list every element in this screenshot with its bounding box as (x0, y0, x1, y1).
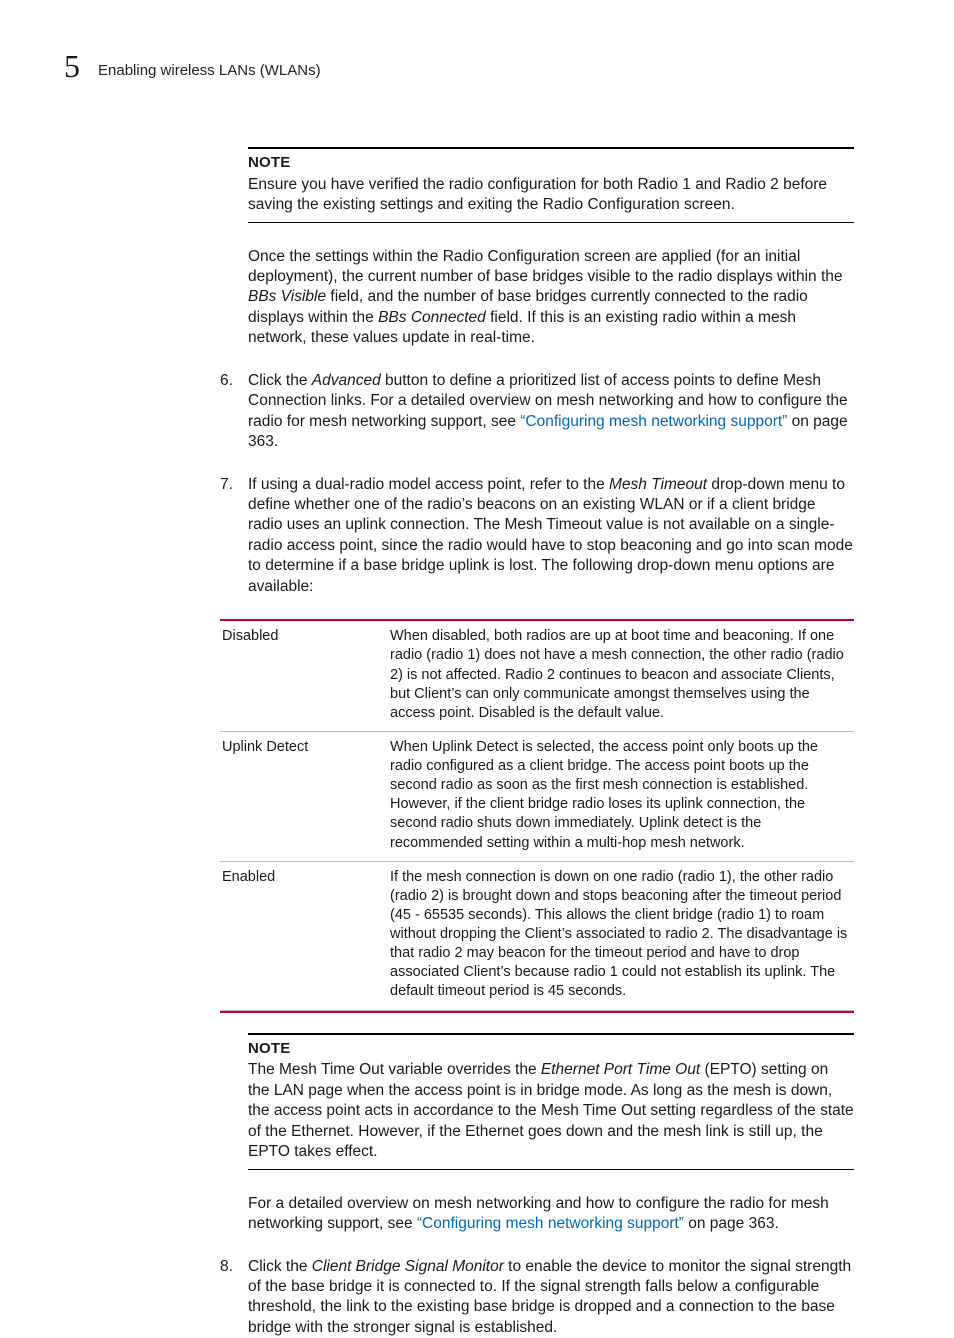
note-body: Ensure you have verified the radio confi… (248, 175, 854, 216)
text: on page 363. (684, 1215, 779, 1232)
xref-mesh-networking[interactable]: “Configuring mesh networking support” (520, 413, 787, 430)
paragraph-intro: Once the settings within the Radio Confi… (248, 247, 854, 349)
note-label: NOTE (248, 153, 854, 173)
step-number: 6. (220, 371, 248, 453)
option-term: Uplink Detect (222, 738, 390, 853)
text: drop-down menu to define whether one of … (248, 476, 853, 595)
step-number: 7. (220, 475, 248, 598)
note-body: The Mesh Time Out variable overrides the… (248, 1060, 854, 1162)
page: 5 Enabling wireless LANs (WLANs) NOTE En… (0, 0, 954, 1235)
chapter-number: 5 (64, 50, 80, 82)
step-8: 8. Click the Client Bridge Signal Monito… (220, 1257, 854, 1338)
step-number: 8. (220, 1257, 248, 1338)
xref-mesh-networking[interactable]: “Configuring mesh networking support” (417, 1215, 684, 1232)
table-row: Enabled If the mesh connection is down o… (220, 862, 854, 1011)
italic-bbs-connected: BBs Connected (378, 309, 486, 326)
italic-mesh-timeout: Mesh Timeout (609, 476, 707, 493)
italic-bbs-visible: BBs Visible (248, 288, 326, 305)
body-column: NOTE Ensure you have verified the radio … (248, 147, 854, 1338)
italic-client-bridge-monitor: Client Bridge Signal Monitor (312, 1258, 504, 1275)
step-text: If using a dual-radio model access point… (248, 475, 854, 598)
running-title: Enabling wireless LANs (WLANs) (98, 61, 321, 81)
text: If using a dual-radio model access point… (248, 476, 609, 493)
note-rule-bottom (248, 1169, 854, 1170)
text: The Mesh Time Out variable overrides the (248, 1061, 541, 1078)
note-label: NOTE (248, 1039, 854, 1059)
step-text: Click the Advanced button to define a pr… (248, 371, 854, 453)
step-text: Click the Client Bridge Signal Monitor t… (248, 1257, 854, 1338)
note-rule-top (248, 1033, 854, 1035)
note-block: NOTE The Mesh Time Out variable override… (248, 1033, 854, 1170)
option-description: If the mesh connection is down on one ra… (390, 868, 852, 1002)
table-row: Uplink Detect When Uplink Detect is sele… (220, 732, 854, 862)
table-row: Disabled When disabled, both radios are … (220, 621, 854, 732)
note-rule-bottom (248, 222, 854, 223)
text: Click the (248, 1258, 312, 1275)
option-description: When Uplink Detect is selected, the acce… (390, 738, 852, 853)
text: Once the settings within the Radio Confi… (248, 248, 843, 285)
italic-advanced: Advanced (312, 372, 381, 389)
note-rule-top (248, 147, 854, 149)
options-table: Disabled When disabled, both radios are … (220, 619, 854, 1012)
text: Click the (248, 372, 312, 389)
note-block: NOTE Ensure you have verified the radio … (248, 147, 854, 223)
running-header: 5 Enabling wireless LANs (WLANs) (64, 50, 864, 83)
table-rule-bottom (220, 1011, 854, 1013)
step-7: 7. If using a dual-radio model access po… (220, 475, 854, 598)
italic-epto: Ethernet Port Time Out (541, 1061, 700, 1078)
option-description: When disabled, both radios are up at boo… (390, 627, 852, 723)
step-6: 6. Click the Advanced button to define a… (220, 371, 854, 453)
option-term: Disabled (222, 627, 390, 723)
option-term: Enabled (222, 868, 390, 1002)
paragraph-after-note: For a detailed overview on mesh networki… (248, 1194, 854, 1235)
